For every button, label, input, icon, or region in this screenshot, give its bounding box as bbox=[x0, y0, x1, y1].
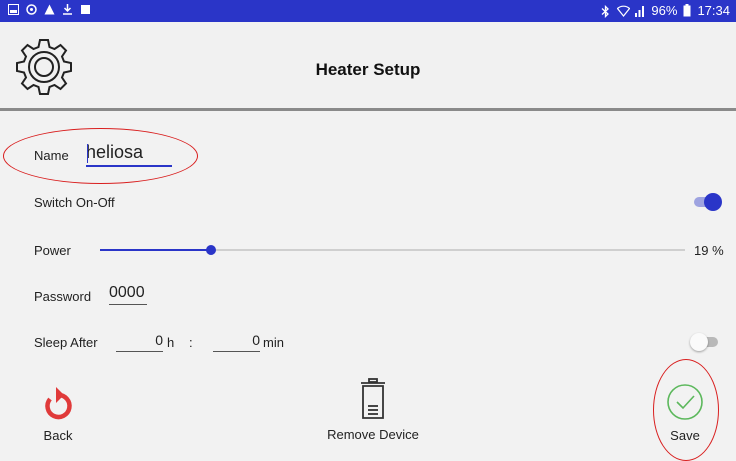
back-button[interactable]: Back bbox=[28, 383, 88, 443]
switch-toggle[interactable] bbox=[692, 193, 722, 211]
password-input[interactable]: 0000 bbox=[109, 284, 147, 305]
bluetooth-icon bbox=[600, 4, 611, 19]
page-title: Heater Setup bbox=[315, 60, 421, 79]
sleep-toggle[interactable] bbox=[690, 333, 720, 351]
warning-icon bbox=[44, 3, 55, 15]
power-slider[interactable] bbox=[100, 243, 685, 257]
wifi-icon bbox=[617, 5, 631, 17]
sleep-label: Sleep After bbox=[34, 335, 98, 350]
battery-icon bbox=[683, 4, 691, 17]
sleep-hours-input[interactable]: 0 bbox=[116, 332, 163, 352]
status-left-icons bbox=[8, 3, 91, 15]
name-label: Name bbox=[34, 148, 69, 163]
switch-label: Switch On-Off bbox=[34, 195, 115, 210]
sleep-minutes-input[interactable]: 0 bbox=[213, 332, 260, 352]
power-label: Power bbox=[34, 243, 71, 258]
power-slider-thumb[interactable] bbox=[206, 245, 217, 255]
sleep-minutes-unit: min bbox=[263, 335, 284, 350]
download-icon bbox=[62, 3, 73, 15]
signal-icon bbox=[634, 5, 645, 17]
battery-percent: 96% bbox=[651, 3, 678, 18]
sleep-hours-unit: h bbox=[167, 335, 175, 350]
clock: 17:34 bbox=[697, 3, 730, 18]
status-right: 96% 17:34 bbox=[600, 3, 730, 19]
switch-knob bbox=[704, 193, 722, 211]
name-input[interactable]: heliosa bbox=[86, 142, 172, 167]
gallery-icon bbox=[8, 3, 19, 15]
sleep-separator: : bbox=[189, 335, 193, 350]
remove-device-label: Remove Device bbox=[327, 427, 419, 442]
power-value: 19 % bbox=[694, 243, 724, 258]
password-label: Password bbox=[34, 289, 92, 304]
status-bar: 96% 17:34 bbox=[0, 0, 736, 22]
trash-icon bbox=[361, 378, 385, 419]
back-icon bbox=[45, 387, 72, 420]
save-button[interactable]: Save bbox=[665, 383, 705, 443]
header-bar: Heater Setup bbox=[0, 22, 736, 111]
sleep-knob bbox=[690, 333, 708, 351]
check-circle-icon bbox=[667, 384, 703, 420]
text-cursor bbox=[87, 144, 88, 163]
power-slider-fill bbox=[100, 249, 212, 251]
remove-device-button[interactable]: Remove Device bbox=[318, 378, 428, 442]
back-label: Back bbox=[43, 428, 73, 443]
sd-card-icon bbox=[80, 3, 91, 14]
data-saver-icon bbox=[26, 3, 37, 15]
save-label: Save bbox=[670, 428, 700, 443]
